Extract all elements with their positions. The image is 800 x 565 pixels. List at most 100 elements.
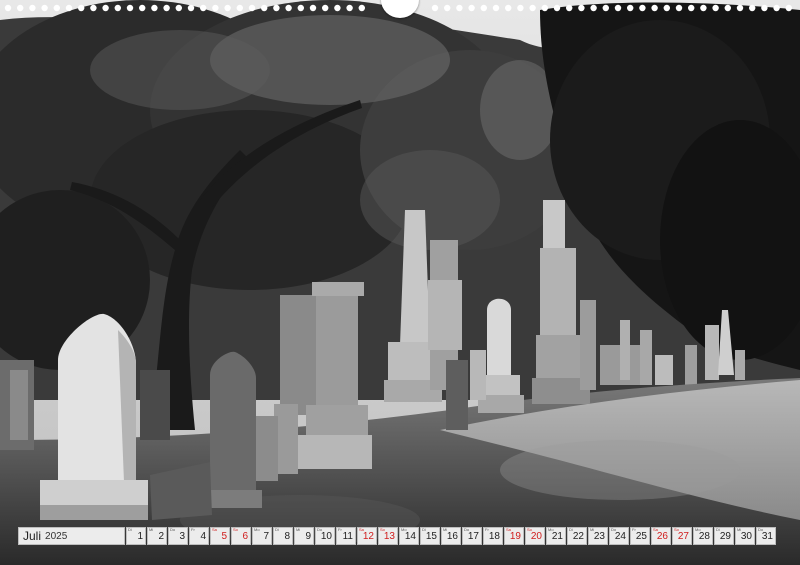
binding-hole xyxy=(29,4,36,12)
day-number: 3 xyxy=(179,531,185,542)
binding-hole xyxy=(688,4,695,12)
binding-hole xyxy=(187,4,195,12)
day-number: 2 xyxy=(158,531,164,542)
day-number: 26 xyxy=(656,531,668,542)
weekday-abbr: Mo xyxy=(254,527,260,532)
binding-hole xyxy=(322,4,329,12)
binding-hole xyxy=(700,4,707,12)
calendar-day: So 27 xyxy=(672,527,692,545)
day-number: 29 xyxy=(719,531,731,542)
weekday-abbr: Di xyxy=(275,527,279,532)
day-number: 25 xyxy=(635,531,647,542)
binding-hole xyxy=(297,4,304,12)
binding-hole xyxy=(712,4,719,12)
calendar-day: Mo 28 xyxy=(693,527,713,545)
binding-hole xyxy=(285,4,292,12)
day-number: 19 xyxy=(509,531,521,542)
calendar-day: Do 3 xyxy=(168,527,188,545)
cemetery-photo xyxy=(0,0,800,565)
binding-hole xyxy=(114,4,122,12)
day-number: 1 xyxy=(137,531,143,542)
calendar-day: Fr 11 xyxy=(336,527,356,545)
calendar-day: Di 29 xyxy=(714,527,734,545)
calendar-day: Di 8 xyxy=(273,527,293,545)
binding-hole xyxy=(517,4,524,12)
day-number: 27 xyxy=(677,531,689,542)
binding-hole xyxy=(102,4,109,12)
binding-hole xyxy=(736,4,744,12)
calendar-day: Mi 2 xyxy=(147,527,167,545)
calendar-day: Di 15 xyxy=(420,527,440,545)
binding-hole xyxy=(65,4,73,12)
calendar-strip: Juli 2025 Di 1 Mi 2 Do 3 Fr 4 Sa 5 So 6 Mo 7 Di 8 Mi 9 Do 1… xyxy=(18,527,776,545)
day-number: 10 xyxy=(320,531,332,542)
day-number: 11 xyxy=(342,531,353,542)
day-number: 14 xyxy=(404,531,416,542)
calendar-day: Fr 25 xyxy=(630,527,650,545)
calendar-day: Sa 26 xyxy=(651,527,671,545)
weekday-abbr: So xyxy=(233,527,238,532)
binding-hole xyxy=(53,4,60,12)
binding-hole xyxy=(468,4,475,12)
calendar-day: Fr 18 xyxy=(483,527,503,545)
binding-hole xyxy=(358,4,365,12)
calendar-day: Mi 9 xyxy=(294,527,314,545)
weekday-abbr: Di xyxy=(128,527,132,532)
binding-hole xyxy=(505,4,512,12)
binding-hole xyxy=(456,4,463,12)
day-number: 6 xyxy=(242,531,248,542)
day-number: 22 xyxy=(572,531,584,542)
calendar-day: Mi 30 xyxy=(735,527,755,545)
binding-hole xyxy=(431,4,439,12)
day-number: 18 xyxy=(488,531,500,542)
binding-hole xyxy=(17,4,24,12)
binding-hole xyxy=(773,4,780,12)
day-number: 30 xyxy=(740,531,752,542)
binding-hole xyxy=(590,4,597,12)
day-number: 24 xyxy=(614,531,626,542)
binding-hole xyxy=(41,4,48,12)
binding-hole xyxy=(785,4,792,12)
binding-hole xyxy=(273,4,280,12)
binding-hole xyxy=(90,4,97,12)
binding-hole xyxy=(224,4,231,12)
binding-hole xyxy=(761,4,768,12)
binding-hole xyxy=(236,4,243,12)
day-number: 31 xyxy=(761,531,773,542)
calendar-day: Fr 4 xyxy=(189,527,209,545)
binding-hole xyxy=(212,4,219,12)
weekday-abbr: Do xyxy=(170,527,176,532)
day-number: 21 xyxy=(551,531,563,542)
binding-hole xyxy=(78,4,85,12)
calendar-day: Sa 12 xyxy=(357,527,377,545)
weekday-abbr: Mi xyxy=(149,527,154,532)
binding-hole xyxy=(651,4,658,12)
day-number: 8 xyxy=(284,531,290,542)
calendar-day: Sa 5 xyxy=(210,527,230,545)
calendar-day: Di 1 xyxy=(126,527,146,545)
day-number: 20 xyxy=(530,531,542,542)
binding-hole xyxy=(724,4,731,12)
calendar-page: Juli 2025 Di 1 Mi 2 Do 3 Fr 4 Sa 5 So 6 Mo 7 Di 8 Mi 9 Do 1… xyxy=(0,0,800,565)
binding-hole xyxy=(346,4,353,12)
calendar-day: Do 24 xyxy=(609,527,629,545)
calendar-day: So 20 xyxy=(525,527,545,545)
binding-hole xyxy=(480,4,487,12)
calendar-day: Do 10 xyxy=(315,527,335,545)
binding-hole xyxy=(541,4,548,12)
day-number: 23 xyxy=(593,531,605,542)
day-number: 4 xyxy=(200,531,206,542)
binding-hole xyxy=(614,4,622,12)
binding-hole xyxy=(444,4,451,12)
weekday-abbr: Fr xyxy=(191,527,195,532)
binding-hole xyxy=(627,4,634,12)
binding-hole xyxy=(248,4,256,12)
day-number: 15 xyxy=(425,531,437,542)
binding-hole xyxy=(749,4,756,12)
calendar-day: Mi 16 xyxy=(441,527,461,545)
calendar-day: Mo 21 xyxy=(546,527,566,545)
binding-hole xyxy=(334,4,341,12)
binding-hole xyxy=(529,4,536,12)
binding-hole xyxy=(175,4,182,12)
day-number: 16 xyxy=(446,531,458,542)
